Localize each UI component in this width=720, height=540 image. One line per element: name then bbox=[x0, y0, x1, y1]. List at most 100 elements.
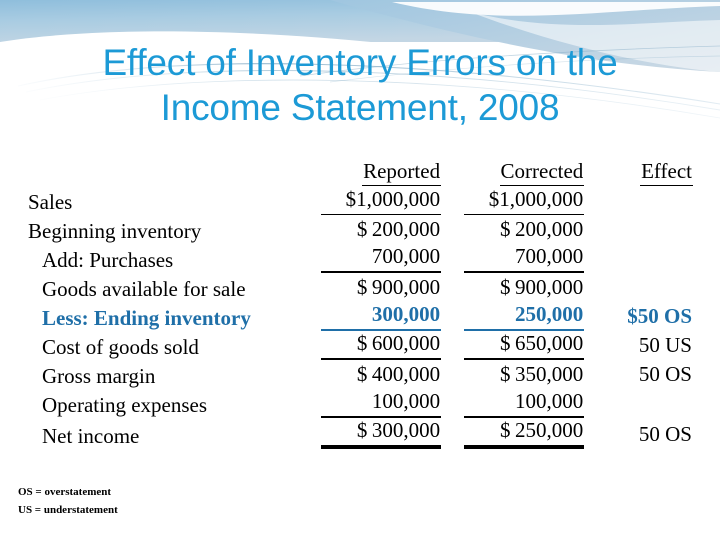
row-label: Add: Purchases bbox=[42, 248, 174, 272]
row-effect: 50 US bbox=[594, 331, 720, 360]
row-reported: $900,000 bbox=[311, 273, 451, 302]
effect-value: $50 OS bbox=[627, 304, 692, 328]
table-row: Add: Purchases 700,000 700,000 bbox=[0, 244, 720, 273]
corrected-value: $1,000,000 bbox=[464, 187, 585, 215]
table-row: Net income $300,000 $250,000 50 OS bbox=[0, 418, 720, 449]
header-cell-reported: Reported bbox=[311, 158, 451, 186]
row-effect bbox=[594, 186, 720, 215]
reported-value: 300,000 bbox=[321, 302, 442, 331]
currency-symbol: $ bbox=[500, 217, 511, 241]
legend-notes: OS = overstatement US = understatement bbox=[18, 483, 418, 519]
row-label: Cost of goods sold bbox=[42, 335, 199, 359]
table-body: Reported Corrected Effect Sales $1,000,0… bbox=[0, 158, 720, 449]
reported-amount: 300,000 bbox=[371, 418, 441, 442]
reported-amount: 300,000 bbox=[371, 302, 441, 326]
currency-symbol: $ bbox=[356, 418, 368, 442]
table-row-highlighted: Less: Ending inventory 300,000 250,000 $… bbox=[0, 302, 720, 331]
corrected-value: $350,000 bbox=[464, 362, 584, 389]
row-effect bbox=[594, 244, 720, 273]
effect-value bbox=[691, 265, 693, 267]
row-label: Less: Ending inventory bbox=[42, 306, 251, 330]
reported-value: $300,000 bbox=[321, 418, 442, 449]
reported-amount: 600,000 bbox=[371, 331, 441, 355]
reported-amount: 900,000 bbox=[371, 275, 441, 299]
effect-value bbox=[691, 207, 693, 209]
row-reported: $600,000 bbox=[311, 331, 451, 360]
corrected-amount: 200,000 bbox=[515, 217, 584, 241]
row-effect bbox=[594, 215, 720, 244]
header-cell-effect: Effect bbox=[594, 158, 720, 186]
corrected-value: 700,000 bbox=[464, 244, 585, 273]
row-effect: 50 OS bbox=[594, 418, 720, 449]
effect-value: 50 US bbox=[638, 333, 692, 357]
slide-canvas: Effect of Inventory Errors on the Income… bbox=[0, 0, 720, 540]
table-header-row: Reported Corrected Effect bbox=[0, 158, 720, 186]
currency-symbol: $ bbox=[356, 362, 368, 386]
reported-value: $1,000,000 bbox=[321, 187, 442, 215]
row-corrected: $250,000 bbox=[451, 418, 594, 449]
currency-symbol: $ bbox=[356, 275, 368, 299]
row-effect bbox=[594, 273, 720, 302]
row-corrected: $200,000 bbox=[451, 215, 594, 244]
corrected-value: $200,000 bbox=[464, 217, 584, 244]
header-reported-label: Reported bbox=[362, 159, 442, 186]
row-reported: 300,000 bbox=[311, 302, 451, 331]
row-effect: 50 OS bbox=[594, 360, 720, 389]
row-corrected: $350,000 bbox=[451, 360, 594, 389]
corrected-value: $900,000 bbox=[464, 275, 584, 302]
table-row: Sales $1,000,000 $1,000,000 bbox=[0, 186, 720, 215]
table-row: Beginning inventory $200,000 $200,000 bbox=[0, 215, 720, 244]
row-label: Net income bbox=[42, 424, 140, 448]
table-row: Operating expenses 100,000 100,000 bbox=[0, 389, 720, 418]
corrected-amount: 250,000 bbox=[515, 418, 584, 442]
effect-value bbox=[691, 294, 693, 296]
table-row: Gross margin $400,000 $350,000 50 OS bbox=[0, 360, 720, 389]
row-corrected: 250,000 bbox=[451, 302, 594, 331]
row-corrected: $1,000,000 bbox=[451, 186, 594, 215]
corrected-amount: 650,000 bbox=[515, 331, 584, 355]
row-label: Goods available for sale bbox=[42, 277, 246, 301]
row-reported: 700,000 bbox=[311, 244, 451, 273]
currency-symbol: $ bbox=[500, 362, 511, 386]
reported-value: 100,000 bbox=[321, 389, 442, 418]
reported-amount: 400,000 bbox=[371, 362, 441, 386]
row-corrected: 700,000 bbox=[451, 244, 594, 273]
income-statement-table: Reported Corrected Effect Sales $1,000,0… bbox=[0, 158, 720, 449]
title-line-1: Effect of Inventory Errors on the bbox=[102, 42, 618, 83]
effect-value: 50 OS bbox=[638, 422, 692, 446]
currency-symbol: $ bbox=[356, 217, 368, 241]
corrected-value: 250,000 bbox=[464, 302, 585, 331]
reported-amount: 700,000 bbox=[371, 244, 441, 268]
currency-symbol: $ bbox=[500, 418, 511, 442]
effect-value bbox=[691, 410, 693, 412]
row-reported: $1,000,000 bbox=[311, 186, 451, 215]
row-reported: 100,000 bbox=[311, 389, 451, 418]
effect-value bbox=[691, 236, 693, 238]
header-corrected-label: Corrected bbox=[499, 159, 585, 186]
reported-value: $400,000 bbox=[321, 362, 441, 389]
corrected-amount: 900,000 bbox=[515, 275, 584, 299]
row-reported: $200,000 bbox=[311, 215, 451, 244]
title-line-2: Income Statement, 2008 bbox=[160, 87, 560, 128]
row-label: Sales bbox=[28, 190, 73, 214]
table-row: Cost of goods sold $600,000 $650,000 50 … bbox=[0, 331, 720, 360]
reported-value: $600,000 bbox=[321, 331, 442, 360]
corrected-value: $250,000 bbox=[464, 418, 585, 449]
corrected-amount: 250,000 bbox=[515, 302, 584, 326]
row-label: Operating expenses bbox=[42, 393, 208, 417]
corrected-value: 100,000 bbox=[464, 389, 585, 418]
reported-amount: 200,000 bbox=[371, 217, 441, 241]
table-row: Goods available for sale $900,000 $900,0… bbox=[0, 273, 720, 302]
currency-symbol: $ bbox=[500, 275, 511, 299]
corrected-amount: 100,000 bbox=[515, 389, 584, 413]
currency-symbol: $ bbox=[356, 331, 368, 355]
row-effect: $50 OS bbox=[594, 302, 720, 331]
header-cell-label bbox=[0, 158, 311, 186]
corrected-value: $650,000 bbox=[464, 331, 585, 360]
legend-note-us: US = understatement bbox=[18, 504, 118, 516]
row-corrected: $650,000 bbox=[451, 331, 594, 360]
effect-value: 50 OS bbox=[638, 362, 692, 386]
corrected-amount: 350,000 bbox=[515, 362, 584, 386]
row-label: Gross margin bbox=[42, 364, 156, 388]
row-effect bbox=[594, 389, 720, 418]
